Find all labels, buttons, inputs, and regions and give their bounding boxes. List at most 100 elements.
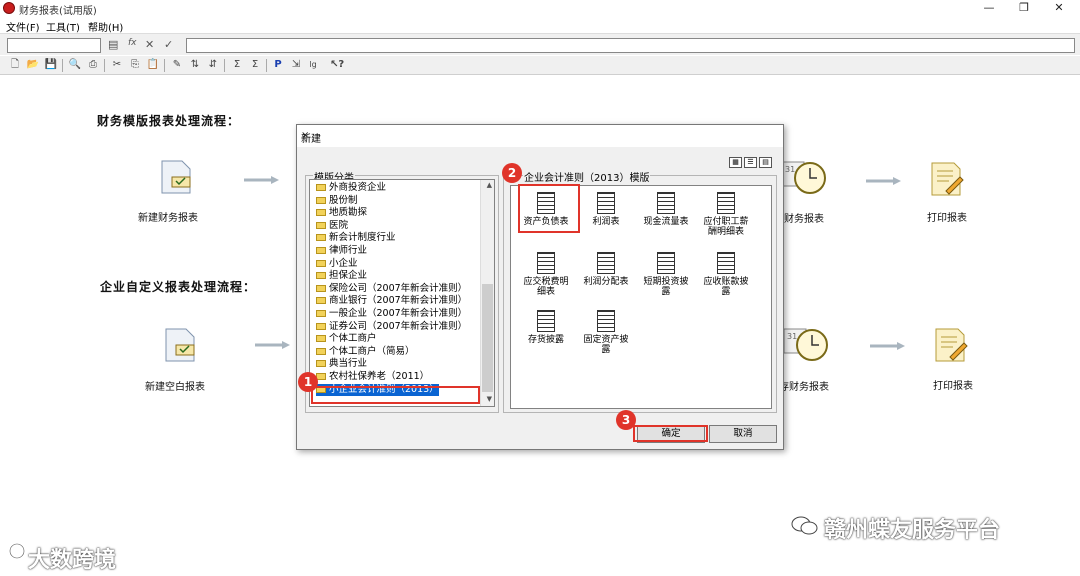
category-item[interactable]: 一般企业（2007年新会计准则） bbox=[316, 308, 467, 320]
scroll-thumb[interactable] bbox=[482, 284, 493, 392]
sort-descending-icon[interactable]: ⇵ bbox=[206, 58, 220, 72]
sum-select-icon[interactable]: Σ bbox=[248, 58, 262, 72]
menu-help[interactable]: 帮助(H) bbox=[88, 19, 123, 34]
save-financial-report-label[interactable]: 财务报表 bbox=[784, 210, 824, 225]
maximize-button[interactable]: ❐ bbox=[1009, 0, 1039, 17]
calendar-clock-icon[interactable]: 31 bbox=[782, 325, 832, 365]
cell-reference-input[interactable] bbox=[7, 38, 101, 53]
page-setup-icon[interactable]: P bbox=[271, 58, 285, 72]
paste-icon[interactable]: 📋 bbox=[146, 58, 160, 72]
save-icon[interactable]: 💾 bbox=[44, 58, 58, 72]
new-blank-report-label[interactable]: 新建空白报表 bbox=[145, 378, 205, 393]
category-label: 股份制 bbox=[329, 194, 358, 206]
menu-tools[interactable]: 工具(T) bbox=[46, 19, 80, 34]
export-icon[interactable]: ⇲ bbox=[289, 58, 303, 72]
folder-icon bbox=[316, 335, 326, 343]
new-file-icon[interactable]: 🗋 bbox=[8, 58, 22, 72]
formula-bar: ▤ fx ✕ ✓ bbox=[0, 33, 1080, 55]
template-item[interactable]: 存货披露 bbox=[513, 310, 579, 345]
watermark-logo-icon bbox=[9, 543, 25, 559]
template-item[interactable]: 应收账款披露 bbox=[693, 252, 759, 297]
category-item[interactable]: 担保企业 bbox=[316, 270, 367, 282]
log-icon[interactable]: lg bbox=[306, 58, 320, 72]
new-blank-doc-icon[interactable] bbox=[162, 327, 198, 363]
dialog-close-icon[interactable]: × bbox=[301, 130, 777, 141]
print-report-label[interactable]: 打印报表 bbox=[927, 209, 967, 224]
category-item[interactable]: 地质勘探 bbox=[316, 207, 367, 219]
category-item[interactable]: 证券公司（2007年新会计准则） bbox=[316, 321, 467, 333]
fx-icon[interactable]: fx bbox=[128, 38, 137, 48]
print-report-icon[interactable] bbox=[932, 327, 968, 363]
template-item[interactable]: 固定资产披露 bbox=[573, 310, 639, 355]
scroll-up-icon[interactable]: ▲ bbox=[487, 181, 492, 189]
template-item[interactable]: 现金流量表 bbox=[633, 192, 699, 227]
category-label: 小企业 bbox=[329, 257, 358, 269]
custom-flow-title: 企业自定义报表处理流程： bbox=[100, 280, 257, 294]
category-item[interactable]: 新会计制度行业 bbox=[316, 232, 396, 244]
spreadsheet-icon bbox=[597, 192, 615, 214]
category-item[interactable]: 典当行业 bbox=[316, 358, 367, 370]
app-window: 财务报表(试用版) — ❐ ✕ 文件(F) 工具(T) 帮助(H) ▤ fx ✕… bbox=[0, 0, 1080, 576]
calendar-clock-icon[interactable]: 31 bbox=[780, 158, 830, 198]
folder-icon bbox=[316, 259, 326, 267]
menu-file[interactable]: 文件(F) bbox=[6, 19, 40, 34]
spreadsheet-icon bbox=[537, 310, 555, 332]
print-icon[interactable]: ⎙ bbox=[86, 58, 100, 72]
template-label: 固定资产披 bbox=[583, 335, 629, 345]
close-button[interactable]: ✕ bbox=[1044, 0, 1074, 17]
category-item[interactable]: 医院 bbox=[316, 220, 348, 232]
large-icons-view-icon[interactable]: ▦ bbox=[729, 157, 742, 168]
svg-text:31: 31 bbox=[785, 165, 795, 174]
category-label: 商业银行（2007年新会计准则） bbox=[329, 295, 468, 307]
list-view-icon[interactable]: ☰ bbox=[744, 157, 757, 168]
template-item[interactable]: 利润表 bbox=[573, 192, 639, 227]
open-folder-icon[interactable]: 📂 bbox=[26, 58, 40, 72]
folder-icon bbox=[316, 360, 326, 368]
category-item[interactable]: 股份制 bbox=[316, 195, 358, 207]
save-report-label[interactable]: 存财务报表 bbox=[779, 378, 829, 393]
category-item[interactable]: 农村社保养老（2011） bbox=[316, 371, 429, 383]
spreadsheet-icon bbox=[717, 192, 735, 214]
category-item[interactable]: 律师行业 bbox=[316, 245, 367, 257]
print-preview-icon[interactable]: 🔍 bbox=[68, 58, 82, 72]
flow-arrow-icon bbox=[255, 341, 290, 349]
context-help-icon[interactable]: ↖? bbox=[330, 58, 344, 72]
sort-ascending-icon[interactable]: ⇅ bbox=[188, 58, 202, 72]
new-report-doc-icon[interactable] bbox=[158, 159, 194, 195]
template-label: 应付职工薪 bbox=[703, 217, 749, 227]
category-item[interactable]: 小企业 bbox=[316, 258, 358, 270]
function-list-icon[interactable]: ▤ bbox=[108, 38, 118, 51]
formula-input[interactable] bbox=[186, 38, 1075, 53]
cancel-button[interactable]: 取消 bbox=[709, 425, 777, 443]
template-label: 露 bbox=[661, 287, 671, 297]
copy-icon[interactable]: ⎘ bbox=[128, 58, 142, 72]
template-item[interactable]: 短期投资披露 bbox=[633, 252, 699, 297]
template-item[interactable]: 应交税费明 细表 bbox=[513, 252, 579, 297]
template-label: 存货披露 bbox=[527, 335, 564, 345]
new-financial-report-label[interactable]: 新建财务报表 bbox=[138, 209, 198, 224]
format-painter-icon[interactable]: ✎ bbox=[170, 58, 184, 72]
template-item[interactable]: 利润分配表 bbox=[573, 252, 639, 287]
folder-icon bbox=[316, 234, 326, 242]
category-item[interactable]: 个体工商户（简易） bbox=[316, 346, 415, 358]
title-bar: 财务报表(试用版) — ❐ ✕ bbox=[0, 0, 1080, 17]
template-item[interactable]: 应付职工薪 酬明细表 bbox=[693, 192, 759, 237]
cancel-edit-icon[interactable]: ✕ bbox=[145, 38, 154, 51]
category-list[interactable]: 外商投资企业 股份制 地质勘探 医院 新会计制度行业 律师行业 小企业 担保企业 保险公司（20… bbox=[309, 179, 495, 407]
sum-icon[interactable]: Σ bbox=[230, 58, 244, 72]
minimize-button[interactable]: — bbox=[974, 0, 1004, 17]
spreadsheet-icon bbox=[597, 310, 615, 332]
print-report-icon[interactable] bbox=[928, 161, 964, 197]
category-item[interactable]: 外商投资企业 bbox=[316, 182, 386, 194]
category-scrollbar[interactable]: ▲ ▼ bbox=[480, 180, 494, 406]
category-item[interactable]: 个体工商户 bbox=[316, 333, 377, 345]
category-item[interactable]: 商业银行（2007年新会计准则） bbox=[316, 295, 467, 307]
scroll-down-icon[interactable]: ▼ bbox=[487, 395, 492, 403]
print-report-label-2[interactable]: 打印报表 bbox=[933, 377, 973, 392]
confirm-edit-icon[interactable]: ✓ bbox=[164, 38, 173, 51]
cut-icon[interactable]: ✂ bbox=[110, 58, 124, 72]
category-label: 担保企业 bbox=[329, 270, 368, 282]
template-label: 短期投资披 bbox=[643, 277, 689, 287]
details-view-icon[interactable]: ▤ bbox=[759, 157, 772, 168]
category-item[interactable]: 保险公司（2007年新会计准则） bbox=[316, 283, 467, 295]
